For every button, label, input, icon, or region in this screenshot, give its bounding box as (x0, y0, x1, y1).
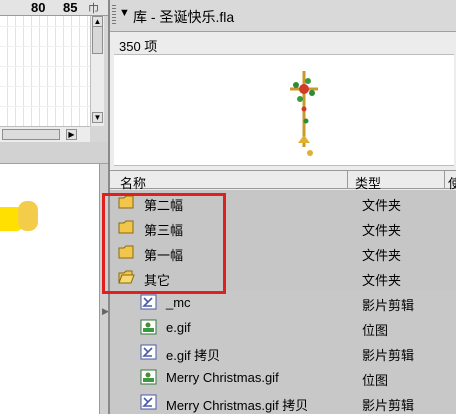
collapse-triangle-icon[interactable]: ▼ (119, 7, 130, 19)
item-name: Merry Christmas.gif (166, 370, 279, 385)
stage-yellow-shape[interactable] (0, 201, 40, 233)
item-name: e.gif 拷贝 (166, 348, 221, 363)
christmas-ornament-preview-icon (290, 71, 318, 156)
list-item-symbol[interactable]: e.gif 拷贝 影片剪辑 (110, 340, 456, 365)
item-type: 位图 (362, 323, 389, 338)
list-item-folder[interactable]: 第二幅 文件夹 (110, 190, 456, 215)
bitmap-icon (140, 319, 157, 335)
timeline-stage-pane: 80 85 巾 ▲ ▼ ▶ ▶ (0, 0, 109, 414)
folder-name: 第二幅 (144, 198, 184, 213)
list-item-symbol[interactable]: Merry Christmas.gif 拷贝 影片剪辑 (110, 390, 456, 414)
ruler-suffix: 巾 (88, 3, 99, 15)
scroll-thumb[interactable] (92, 26, 103, 54)
panel-gripper-icon[interactable] (112, 4, 116, 24)
library-item-list: 第二幅 文件夹 第三幅 文件夹 第一幅 文件夹 其它 文件夹 _mc 影片剪辑 … (110, 190, 456, 414)
library-column-header: 名称 类型 使 (110, 170, 456, 191)
ruler-label-80: 80 (31, 0, 46, 15)
movieclip-icon (140, 394, 157, 410)
timeline-vertical-scrollbar[interactable]: ▲ ▼ (90, 16, 104, 126)
timeline-ruler: 80 85 巾 (0, 0, 108, 16)
list-item-symbol[interactable]: _mc 影片剪辑 (110, 290, 456, 315)
stage-splitter[interactable] (100, 164, 108, 414)
item-type: 影片剪辑 (362, 298, 415, 313)
list-item-symbol[interactable]: e.gif 位图 (110, 315, 456, 340)
scroll-down-arrow-icon[interactable]: ▼ (92, 112, 103, 123)
hscroll-thumb[interactable] (2, 129, 60, 140)
folder-open-icon (118, 270, 135, 284)
list-item-symbol[interactable]: Merry Christmas.gif 位图 (110, 365, 456, 390)
folder-name: 第三幅 (144, 223, 184, 238)
folder-type: 文件夹 (362, 273, 402, 288)
list-item-folder[interactable]: 第一幅 文件夹 (110, 240, 456, 265)
folder-type: 文件夹 (362, 198, 402, 213)
folder-name: 第一幅 (144, 248, 184, 263)
folder-icon (118, 220, 134, 234)
scroll-right-arrow-icon[interactable]: ▶ (66, 129, 77, 140)
timeline-horizontal-scrollbar[interactable]: ▶ (0, 126, 90, 142)
item-name: _mc (166, 295, 191, 310)
library-item-count: 350 项 (119, 39, 158, 54)
panel-separator (0, 142, 108, 164)
folder-icon (118, 195, 134, 209)
item-type: 位图 (362, 373, 389, 388)
item-name: e.gif (166, 320, 191, 335)
bitmap-icon (140, 369, 157, 385)
list-item-folder[interactable]: 第三幅 文件夹 (110, 215, 456, 240)
folder-type: 文件夹 (362, 223, 402, 238)
item-name: Merry Christmas.gif 拷贝 (166, 398, 309, 413)
list-item-folder[interactable]: 其它 文件夹 (110, 265, 456, 290)
timeline-frames[interactable] (0, 16, 90, 126)
library-title: 库 - 圣诞快乐.fla (133, 9, 235, 25)
movieclip-icon (140, 294, 157, 310)
library-titlebar[interactable]: ▼ 库 - 圣诞快乐.fla (110, 0, 456, 32)
ruler-label-85: 85 (63, 0, 78, 15)
item-type: 影片剪辑 (362, 398, 415, 413)
folder-icon (118, 245, 134, 259)
folder-type: 文件夹 (362, 248, 402, 263)
library-panel: ▼ 库 - 圣诞快乐.fla 350 项 名称 类型 使 第二幅 文件夹 第三幅… (108, 0, 456, 414)
item-type: 影片剪辑 (362, 348, 415, 363)
movieclip-icon (140, 344, 157, 360)
library-preview (114, 54, 454, 166)
folder-name: 其它 (144, 273, 171, 288)
stage-canvas[interactable] (0, 164, 100, 414)
